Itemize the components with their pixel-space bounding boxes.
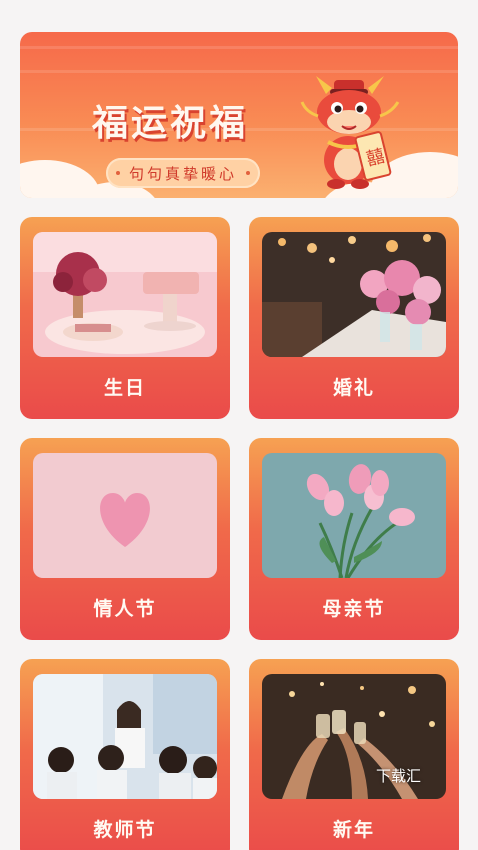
valentine-photo [33, 453, 217, 578]
category-card-new-year[interactable]: 新年 [249, 659, 459, 850]
category-label: 婚礼 [332, 377, 375, 399]
category-label: 教师节 [93, 819, 157, 841]
category-card-birthday[interactable]: 生日 [20, 217, 230, 419]
wedding-photo [262, 232, 446, 357]
mothers-day-photo [262, 453, 446, 578]
category-card-valentine[interactable]: 情人节 [20, 438, 230, 640]
watermark-text: 下载汇 [376, 767, 422, 785]
banner-title: 福运祝福 [92, 103, 249, 144]
category-label: 母亲节 [322, 598, 386, 620]
dragon-mascot-icon: 囍 [300, 76, 400, 189]
category-label: 新年 [332, 819, 375, 841]
banner-subtitle: 句句真挚暖心 [106, 158, 260, 188]
blessing-banner[interactable]: 福运祝福 句句真挚暖心 囍 [20, 32, 458, 198]
category-label: 情人节 [93, 598, 157, 620]
category-label: 生日 [103, 377, 146, 399]
category-card-mothers-day[interactable]: 母亲节 [249, 438, 459, 640]
category-card-wedding[interactable]: 婚礼 [249, 217, 459, 419]
app-page: 福运祝福 句句真挚暖心 囍 生日 婚礼 情人节 母亲节 教师节 新年 下载汇 [0, 0, 478, 850]
birthday-photo [33, 232, 217, 357]
category-card-teachers-day[interactable]: 教师节 [20, 659, 230, 850]
teachers-day-photo [33, 674, 217, 799]
